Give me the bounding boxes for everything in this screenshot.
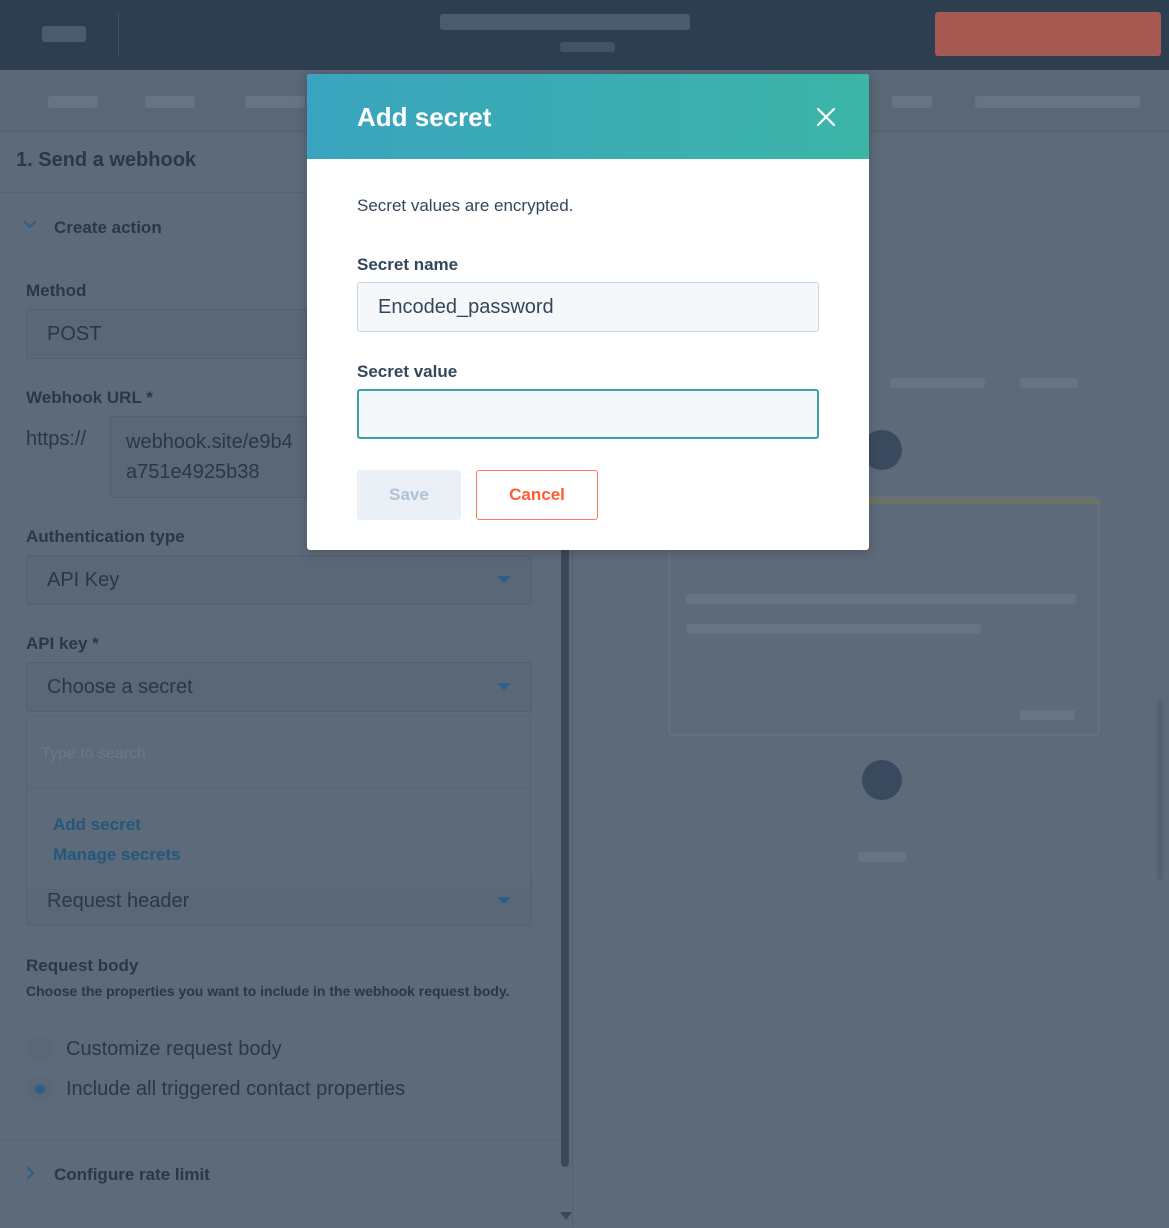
toolbar-item-wide[interactable] (975, 96, 1140, 108)
auth-type-value: API Key (47, 569, 120, 591)
url-line-1: webhook.site/e9b4 (126, 431, 293, 453)
api-key-label: API key * (26, 634, 99, 653)
radio-label-include-all: Include all triggered contact properties (66, 1078, 406, 1100)
method-select[interactable]: POST (26, 309, 316, 359)
request-body-help: Choose the properties you want to includ… (26, 983, 510, 999)
panel-scrollbar[interactable] (561, 540, 569, 1167)
toolbar-tab-edit[interactable] (145, 96, 195, 108)
url-line-2: a751e4925b38 (126, 461, 260, 483)
modal-header: Add secret (307, 74, 869, 159)
add-action-node[interactable] (862, 760, 902, 800)
url-prefix: https:// (26, 428, 87, 450)
save-button[interactable]: Save (357, 470, 461, 520)
webhook-url-input[interactable]: webhook.site/e9b4 a751e4925b38 (110, 416, 310, 498)
caret-down-icon (497, 897, 511, 904)
request-body-label: Request body (26, 956, 139, 975)
modal-description: Secret values are encrypted. (357, 196, 574, 215)
secret-name-input[interactable] (357, 282, 819, 332)
caret-down-icon (497, 683, 511, 690)
create-action-header[interactable]: Create action (54, 218, 162, 238)
caret-down-icon (497, 576, 511, 583)
search-placeholder: Type to search (41, 745, 146, 762)
end-node-label (858, 852, 906, 862)
method-label: Method (26, 281, 87, 300)
toolbar-item[interactable] (892, 96, 932, 108)
secret-value-label: Secret value (357, 362, 458, 381)
card-link[interactable] (1020, 710, 1075, 720)
divider (0, 1140, 560, 1141)
close-icon[interactable] (809, 100, 843, 134)
secret-dropdown-menu: Type to search Add secret Manage secrets (26, 716, 531, 890)
toolbar-tab-settings[interactable] (245, 96, 305, 108)
scroll-down-arrow-icon[interactable] (560, 1212, 572, 1220)
api-key-location-value: Request header (47, 890, 190, 912)
toolbar-tab-file[interactable] (48, 96, 98, 108)
chevron-right-icon[interactable] (24, 1165, 36, 1186)
workflow-status (560, 42, 615, 52)
review-and-publish-button[interactable] (935, 12, 1161, 56)
add-secret-modal: Add secret Secret values are encrypted. … (307, 74, 869, 550)
cancel-button[interactable]: Cancel (476, 470, 598, 520)
radio-include-all[interactable] (28, 1077, 52, 1101)
api-key-placeholder: Choose a secret (47, 676, 193, 698)
api-key-select[interactable]: Choose a secret (26, 662, 532, 712)
card-text-line (686, 624, 981, 634)
canvas-scrollbar[interactable] (1157, 700, 1163, 880)
top-navigation-bar (0, 0, 1169, 70)
auth-type-label: Authentication type (26, 527, 185, 546)
secret-search-input[interactable]: Type to search (27, 717, 530, 789)
canvas-link[interactable] (1020, 378, 1078, 388)
card-text-line (686, 594, 1076, 604)
workflow-title[interactable] (440, 14, 690, 30)
secret-name-label: Secret name (357, 255, 459, 274)
radio-label-customize: Customize request body (66, 1038, 282, 1060)
chevron-down-icon[interactable] (22, 216, 38, 237)
manage-secrets-link[interactable]: Manage secrets (53, 845, 181, 865)
add-secret-link[interactable]: Add secret (53, 815, 141, 835)
webhook-url-label: Webhook URL * (26, 388, 153, 407)
topbar-divider (118, 14, 119, 56)
radio-customize-body[interactable] (28, 1037, 52, 1061)
canvas-text (890, 378, 985, 388)
back-button[interactable] (42, 26, 86, 42)
secret-value-input[interactable] (357, 389, 819, 439)
rate-limit-header[interactable]: Configure rate limit (54, 1165, 210, 1185)
modal-title: Add secret (357, 102, 492, 132)
auth-type-select[interactable]: API Key (26, 555, 532, 605)
panel-title: 1. Send a webhook (16, 149, 197, 171)
method-value: POST (47, 323, 102, 345)
